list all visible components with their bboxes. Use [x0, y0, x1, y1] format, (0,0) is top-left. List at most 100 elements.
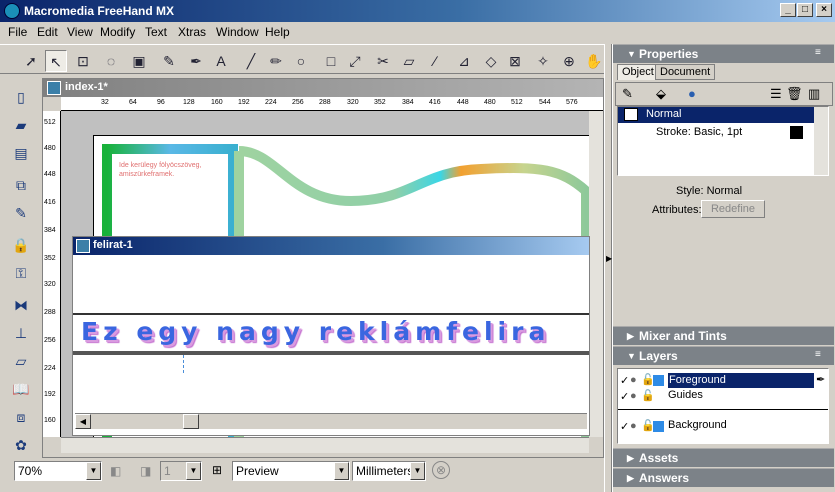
check-icon[interactable]: ✓: [620, 374, 629, 387]
scroll-left-button[interactable]: ◀: [75, 414, 91, 429]
eraser-icon[interactable]: ▱: [398, 50, 420, 72]
library-icon[interactable]: 📖: [10, 378, 32, 400]
pointer-icon[interactable]: ➚: [20, 50, 42, 72]
chevron-down-icon[interactable]: ▼: [410, 462, 425, 480]
import-icon[interactable]: ⧉: [10, 174, 32, 196]
view-mode-select[interactable]: Preview ▼: [232, 461, 350, 481]
felirat-horizontal-scrollbar[interactable]: ◀: [75, 413, 587, 429]
new-document-icon[interactable]: ▯: [10, 86, 32, 108]
calligraphy-icon[interactable]: ∕: [424, 50, 446, 72]
minimize-button[interactable]: _: [780, 3, 796, 17]
link-icon[interactable]: ⊕: [558, 50, 580, 72]
add-stroke-icon[interactable]: ✎: [622, 86, 633, 102]
layer-name[interactable]: Background: [668, 419, 727, 431]
dock-splitter[interactable]: ▶: [604, 44, 612, 492]
menu-help[interactable]: Help: [265, 25, 290, 39]
mixer-panel-header[interactable]: ▶ Mixer and Tints: [613, 326, 834, 345]
perspective-icon[interactable]: ⊿: [453, 50, 475, 72]
layer-row-foreground[interactable]: ✓ ● 🔓 Foreground ✒: [618, 373, 826, 389]
chevron-down-icon[interactable]: ▼: [86, 462, 101, 480]
answers-panel-header[interactable]: ▶ Answers: [613, 468, 834, 487]
knife-icon[interactable]: ✂: [372, 50, 394, 72]
pencil-icon[interactable]: ✏: [265, 50, 287, 72]
chevron-down-icon[interactable]: ▼: [334, 462, 349, 480]
layer-name[interactable]: Guides: [668, 389, 703, 401]
text-tool-icon[interactable]: A: [210, 50, 232, 72]
line-icon[interactable]: ╱: [240, 50, 262, 72]
layers-panel-header[interactable]: ▼ Layers ≡: [613, 346, 834, 365]
properties-panel-header[interactable]: ▼ Properties ≡: [613, 44, 834, 63]
menu-edit[interactable]: Edit: [37, 25, 58, 39]
add-fill-icon[interactable]: ⬙: [656, 86, 666, 102]
units-select[interactable]: Millimeters ▼: [352, 461, 426, 481]
chart-icon[interactable]: ⊠: [504, 50, 526, 72]
panel-options-icon[interactable]: ≡: [815, 349, 821, 360]
palette-icon[interactable]: ✿: [10, 434, 32, 456]
trash-icon[interactable]: 🗑: [786, 86, 803, 102]
align-icon[interactable]: ⊥: [10, 322, 32, 344]
check-icon[interactable]: ✓: [620, 420, 629, 433]
list-item-normal[interactable]: Normal: [618, 107, 814, 123]
open-folder-icon[interactable]: ▰: [10, 114, 32, 136]
maximize-button[interactable]: □: [797, 3, 813, 17]
eyedropper-icon[interactable]: ✎: [158, 50, 180, 72]
cancel-render-icon[interactable]: ⊗: [432, 461, 450, 479]
lock-icon[interactable]: 🔓: [641, 389, 655, 402]
visibility-dot-icon[interactable]: ●: [630, 374, 637, 386]
lock-icon[interactable]: 🔒: [10, 234, 32, 256]
zoom-select[interactable]: 70% ▼: [14, 461, 102, 481]
assets-panel-header[interactable]: ▶ Assets: [613, 448, 834, 467]
page-tool-icon[interactable]: ⊡: [72, 50, 94, 72]
prev-page-icon[interactable]: ◧: [110, 464, 121, 478]
page-select[interactable]: 1 ▼: [160, 461, 202, 481]
duplicate-item-icon[interactable]: ☰: [770, 86, 782, 102]
layer-color-swatch[interactable]: [653, 375, 664, 386]
layer-name[interactable]: Foreground: [668, 373, 814, 388]
splitter-arrow-icon[interactable]: ▶: [606, 254, 612, 263]
lasso-icon[interactable]: ◌: [100, 50, 122, 72]
hand-icon[interactable]: ✋: [583, 50, 605, 72]
group-icon[interactable]: ⧓: [10, 294, 32, 316]
extrude-icon[interactable]: ◇: [480, 50, 502, 72]
check-icon[interactable]: ✓: [620, 390, 629, 403]
subselect-icon[interactable]: ↖: [45, 50, 67, 72]
tab-document[interactable]: Document: [655, 64, 716, 80]
layer-color-swatch[interactable]: [653, 421, 664, 432]
ellipse-icon[interactable]: ○: [290, 50, 312, 72]
close-button[interactable]: ×: [816, 3, 832, 17]
save-icon[interactable]: ▤: [10, 142, 32, 164]
transform-icon[interactable]: ▱: [10, 350, 32, 372]
menu-modify[interactable]: Modify: [100, 25, 135, 39]
scroll-thumb[interactable]: [183, 414, 199, 429]
graphic-hose-icon[interactable]: ✧: [532, 50, 554, 72]
rectangle-icon[interactable]: □: [320, 50, 342, 72]
redefine-button[interactable]: Redefine: [701, 200, 765, 218]
symbols-icon[interactable]: ⧈: [10, 406, 32, 428]
export-icon[interactable]: ✎: [10, 202, 32, 224]
document-vertical-scrollbar[interactable]: [589, 111, 603, 437]
menu-view[interactable]: View: [67, 25, 93, 39]
document-horizontal-scrollbar[interactable]: [61, 437, 589, 453]
add-effect-icon[interactable]: ●: [688, 86, 696, 101]
unlock-icon[interactable]: ⚿: [10, 262, 32, 284]
add-page-icon[interactable]: ⊞: [212, 463, 222, 477]
stroke-color-swatch[interactable]: [790, 126, 803, 139]
menu-text[interactable]: Text: [145, 25, 167, 39]
scale-icon[interactable]: ⤢: [344, 50, 366, 72]
options-icon[interactable]: ▥: [808, 86, 820, 102]
menu-xtras[interactable]: Xtras: [178, 25, 206, 39]
trace-icon[interactable]: ▣: [128, 50, 150, 72]
layer-row-guides[interactable]: ✓ ● 🔓 Guides: [618, 389, 826, 405]
next-page-icon[interactable]: ◨: [140, 464, 151, 478]
menu-file[interactable]: File: [8, 25, 27, 39]
layer-row-background[interactable]: ✓ ● 🔓 Background: [618, 419, 826, 435]
pen-icon[interactable]: ✒: [185, 50, 207, 72]
menu-window[interactable]: Window: [216, 25, 259, 39]
chevron-down-icon[interactable]: ▼: [186, 462, 201, 480]
panel-options-icon[interactable]: ≡: [815, 47, 821, 58]
properties-list-scrollbar[interactable]: [814, 107, 828, 175]
banner-text[interactable]: Ez egy nagy reklámfelira: [81, 317, 550, 346]
list-item-stroke[interactable]: Stroke: Basic, 1pt: [618, 125, 814, 141]
visibility-dot-icon[interactable]: ●: [630, 390, 637, 402]
tab-object[interactable]: Object: [617, 64, 659, 80]
